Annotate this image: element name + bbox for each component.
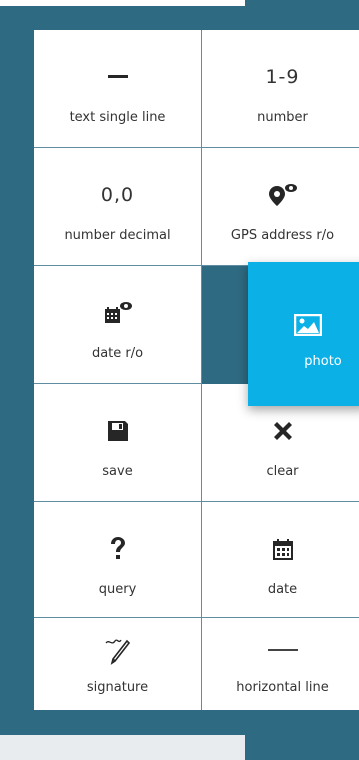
x-icon	[271, 414, 295, 448]
horizontal-dash-icon	[107, 60, 128, 94]
tool-signature[interactable]: signature	[34, 618, 202, 710]
tool-label: signature	[86, 680, 149, 695]
tool-label: clear	[266, 464, 299, 479]
pen-signature-icon	[103, 634, 133, 668]
decimal-icon: 0,0	[100, 184, 135, 206]
tool-label: horizontal line	[236, 680, 329, 695]
horizontal-line-icon	[267, 634, 298, 668]
tool-label: date	[267, 582, 298, 597]
tool-date[interactable]: date	[202, 502, 359, 618]
floppy-disk-icon	[107, 414, 129, 448]
map-marker-eye-icon	[268, 178, 298, 212]
number-icon: 1-9	[265, 66, 300, 88]
tool-label: query	[98, 582, 137, 597]
tool-query[interactable]: query	[34, 502, 202, 618]
image-icon	[293, 313, 323, 340]
tool-gps-address[interactable]: GPS address r/o	[202, 148, 359, 266]
tool-label: number decimal	[64, 228, 171, 243]
tool-number[interactable]: 1-9 number	[202, 30, 359, 148]
tool-label: number	[257, 110, 308, 125]
tool-text-single-line[interactable]: text single line	[34, 30, 202, 148]
bottom-strip	[0, 735, 245, 760]
tool-photo-dragging[interactable]: photo	[248, 262, 359, 406]
calendar-eye-icon	[103, 296, 133, 330]
tool-label: save	[102, 464, 133, 479]
tool-label: text single line	[69, 110, 166, 125]
tool-label: photo	[304, 354, 342, 369]
top-strip	[0, 0, 245, 6]
tool-label: GPS address r/o	[230, 228, 335, 243]
tool-label: date r/o	[91, 346, 144, 361]
calendar-icon	[272, 532, 294, 566]
tool-date-readonly[interactable]: date r/o	[34, 266, 202, 384]
question-mark-icon	[108, 532, 128, 566]
tool-horizontal-line[interactable]: horizontal line	[202, 618, 359, 710]
tool-number-decimal[interactable]: 0,0 number decimal	[34, 148, 202, 266]
tool-save[interactable]: save	[34, 384, 202, 502]
